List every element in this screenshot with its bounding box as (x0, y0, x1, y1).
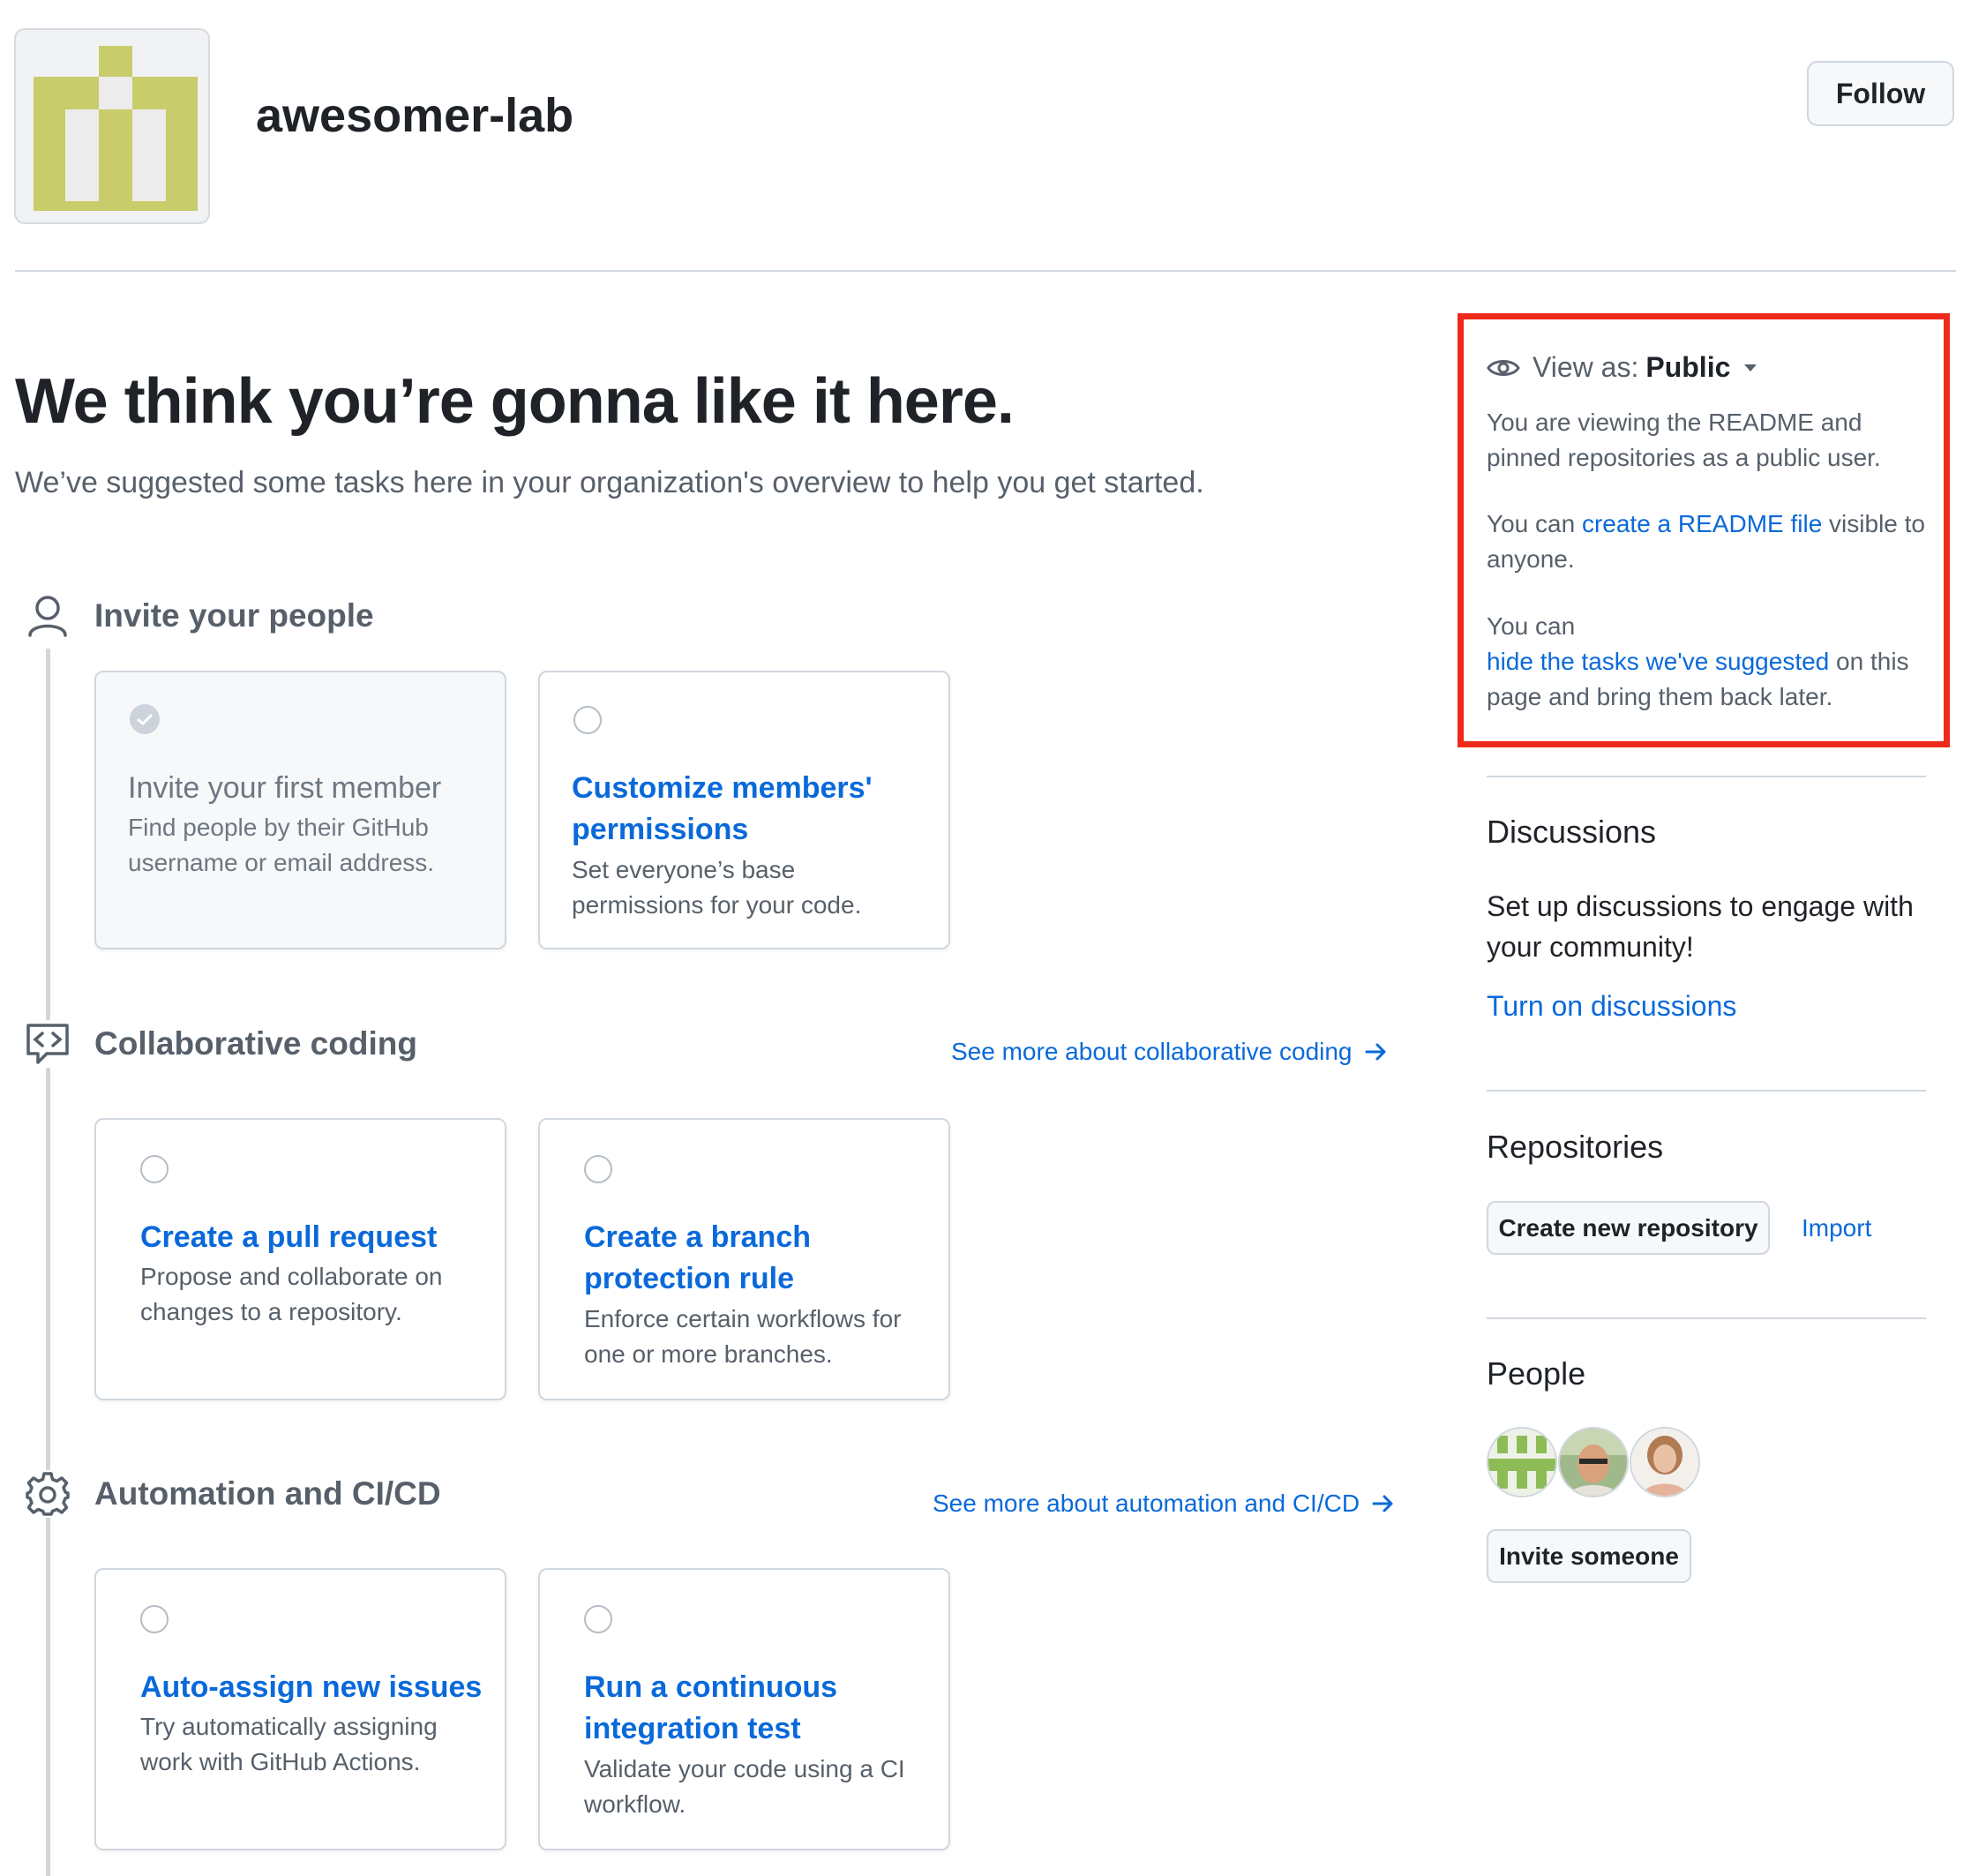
task-desc: Validate your code using a CI (584, 1755, 905, 1782)
header-divider (15, 270, 1956, 272)
member-avatar[interactable] (1487, 1427, 1557, 1497)
eye-icon (1487, 359, 1520, 376)
task-desc: permissions for your code. (572, 891, 862, 919)
member-avatar[interactable] (1558, 1427, 1629, 1497)
view-as-dropdown[interactable]: View as: Public (1487, 351, 1758, 384)
see-more-label: See more about automation and CI/CD (933, 1490, 1360, 1517)
page-title: We think you’re gonna like it here. (15, 366, 1015, 437)
readme-line: anyone. (1487, 545, 1575, 573)
org-logo-icon (34, 46, 198, 211)
member-avatar[interactable] (1630, 1427, 1700, 1497)
turn-on-discussions-link[interactable]: Turn on discussions (1487, 990, 1736, 1023)
task-card-customize-permissions[interactable]: Customize members' permissions Set every… (538, 671, 950, 949)
create-readme-link[interactable]: create a README file (1582, 510, 1822, 537)
hide-prefix: You can (1487, 612, 1576, 640)
task-desc: Try automatically assigning (140, 1713, 438, 1740)
timeline-line (46, 649, 50, 1876)
sidebar-divider (1487, 776, 1926, 777)
task-title-link[interactable]: Run a continuous (584, 1667, 837, 1708)
hide-tasks-note: You can hide the tasks we've suggested o… (1487, 609, 1909, 715)
task-status-circle-icon (140, 1155, 169, 1183)
see-more-automation-link[interactable]: See more about automation and CI/CD (933, 1490, 1395, 1518)
discussions-heading: Discussions (1487, 814, 1657, 850)
task-title-link[interactable]: Create a pull request (140, 1217, 437, 1258)
view-as-label: View as: (1533, 351, 1639, 383)
view-as-description: You are viewing the README and pinned re… (1487, 405, 1881, 476)
arrow-right-icon (1365, 1043, 1386, 1061)
see-more-collab-link[interactable]: See more about collaborative coding (951, 1038, 1388, 1066)
task-desc: changes to a repository. (140, 1298, 402, 1325)
sidebar-divider (1487, 1090, 1926, 1092)
task-desc: Find people by their GitHub (128, 814, 429, 841)
task-desc: one or more branches. (584, 1340, 833, 1368)
org-avatar (14, 28, 210, 224)
task-title: Invite your first member (128, 771, 442, 805)
check-circle-icon (130, 704, 160, 734)
sidebar-divider (1487, 1317, 1926, 1319)
code-review-icon (24, 1020, 71, 1068)
discussions-text-line: your community! (1487, 931, 1694, 963)
people-heading: People (1487, 1355, 1586, 1392)
arrow-right-icon (1372, 1495, 1393, 1512)
task-status-circle-icon (140, 1605, 169, 1633)
task-title-link[interactable]: Auto-assign new issues (140, 1667, 482, 1708)
org-name: awesomer-lab (256, 89, 574, 142)
hide-line: page and bring them back later. (1487, 683, 1833, 710)
readme-suffix: visible to (1822, 510, 1925, 537)
person-icon (24, 591, 71, 639)
create-repository-button[interactable]: Create new repository (1487, 1201, 1770, 1255)
view-as-description-line: pinned repositories as a public user. (1487, 444, 1881, 471)
task-card-ci-test[interactable]: Run a continuous integration test Valida… (538, 1568, 950, 1850)
task-card-pull-request[interactable]: Create a pull request Propose and collab… (94, 1118, 506, 1400)
readme-note: You can create a README file visible to … (1487, 507, 1925, 577)
section-title-invite: Invite your people (94, 597, 374, 634)
task-status-circle-icon (584, 1605, 612, 1633)
task-desc: Enforce certain workflows for (584, 1305, 902, 1332)
gear-icon (24, 1470, 71, 1518)
hide-tasks-link[interactable]: hide the tasks we've suggested (1487, 648, 1829, 675)
task-desc: work with GitHub Actions. (140, 1748, 421, 1775)
task-title-link[interactable]: permissions (572, 809, 748, 851)
task-desc: Set everyone’s base (572, 856, 796, 883)
task-desc: Propose and collaborate on (140, 1263, 443, 1290)
view-as-value: Public (1645, 351, 1731, 383)
task-title-link[interactable]: integration test (584, 1708, 801, 1750)
task-title-link[interactable]: Customize members' (572, 768, 873, 809)
task-title-link[interactable]: protection rule (584, 1258, 794, 1300)
discussions-text-line: Set up discussions to engage with (1487, 890, 1914, 922)
task-card-branch-protection[interactable]: Create a branch protection rule Enforce … (538, 1118, 950, 1400)
import-repository-link[interactable]: Import (1802, 1214, 1871, 1242)
task-desc: username or email address. (128, 849, 435, 876)
see-more-label: See more about collaborative coding (951, 1038, 1353, 1065)
view-as-description-line: You are viewing the README and (1487, 409, 1862, 436)
discussions-text: Set up discussions to engage with your c… (1487, 886, 1928, 967)
task-status-circle-icon (573, 706, 602, 734)
task-desc: workflow. (584, 1790, 686, 1818)
invite-someone-button[interactable]: Invite someone (1487, 1529, 1691, 1583)
task-status-circle-icon (584, 1155, 612, 1183)
repositories-heading: Repositories (1487, 1129, 1664, 1165)
task-title-link[interactable]: Create a branch (584, 1217, 811, 1258)
task-card-invite-first-member[interactable]: Invite your first member Find people by … (94, 671, 506, 949)
follow-button[interactable]: Follow (1807, 61, 1954, 126)
caret-down-icon (1744, 364, 1757, 371)
page-subtitle: We’ve suggested some tasks here in your … (15, 466, 1204, 499)
task-card-auto-assign[interactable]: Auto-assign new issues Try automatically… (94, 1568, 506, 1850)
hide-suffix: on this (1829, 648, 1909, 675)
section-title-automation: Automation and CI/CD (94, 1475, 441, 1512)
section-title-collab: Collaborative coding (94, 1025, 417, 1062)
readme-prefix: You can (1487, 510, 1582, 537)
